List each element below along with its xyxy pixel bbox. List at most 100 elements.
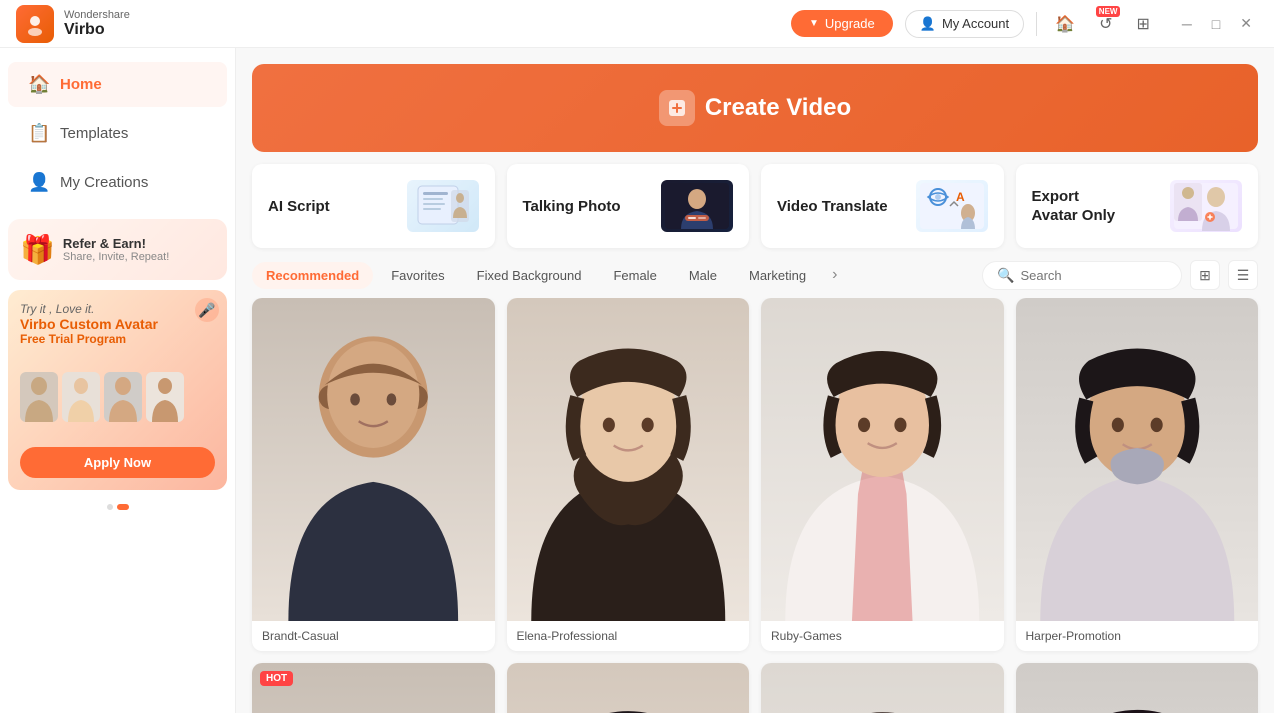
talking-photo-image bbox=[661, 180, 733, 232]
avatar-image-elena bbox=[507, 298, 750, 621]
view-toggle-list-button[interactable]: ☰ bbox=[1228, 260, 1258, 290]
avatar-label-harper: Harper-Promotion bbox=[1016, 621, 1259, 651]
avatar-card-ruby[interactable]: Ruby-Games bbox=[761, 298, 1004, 651]
mini-avatar-1 bbox=[20, 372, 58, 422]
avatar-label-ruby: Ruby-Games bbox=[761, 621, 1004, 651]
content-area: Create Video AI Script bbox=[236, 48, 1274, 713]
brand-name: Wondershare Virbo bbox=[64, 9, 130, 39]
sidebar-home-label: Home bbox=[60, 76, 102, 93]
maximize-button[interactable]: □ bbox=[1206, 11, 1226, 36]
export-avatar-label-2: Avatar Only bbox=[1032, 207, 1116, 224]
refer-earn-icon: 🎁 bbox=[20, 233, 55, 266]
filter-tab-female[interactable]: Female bbox=[599, 262, 670, 289]
filter-tab-marketing[interactable]: Marketing bbox=[735, 262, 820, 289]
search-input[interactable] bbox=[1020, 268, 1167, 283]
brand-top: Wondershare bbox=[64, 9, 130, 21]
avatar-grid: Brandt-Casual bbox=[252, 298, 1258, 713]
refer-earn-subtitle: Share, Invite, Repeat! bbox=[63, 251, 169, 263]
apply-now-button[interactable]: Apply Now bbox=[20, 447, 215, 478]
avatar-mic-icon: 🎤 bbox=[195, 298, 219, 322]
mini-avatar-2 bbox=[62, 372, 100, 422]
close-button[interactable]: ✕ bbox=[1234, 11, 1258, 36]
filter-tab-recommended[interactable]: Recommended bbox=[252, 262, 373, 289]
promo2-free-trial: Free Trial Program bbox=[20, 332, 215, 346]
video-translate-label: Video Translate bbox=[777, 198, 888, 215]
avatar-image-av5: HOT bbox=[252, 663, 495, 713]
my-creations-nav-icon: 👤 bbox=[28, 172, 50, 193]
promo2-brand: Virbo Custom Avatar bbox=[20, 316, 215, 332]
ai-script-label: AI Script bbox=[268, 198, 330, 215]
refer-earn-text: Refer & Earn! Share, Invite, Repeat! bbox=[63, 236, 169, 263]
export-avatar-image bbox=[1170, 180, 1242, 232]
promo-dots bbox=[8, 504, 227, 510]
hot-badge: HOT bbox=[260, 671, 293, 686]
filter-tab-favorites[interactable]: Favorites bbox=[377, 262, 458, 289]
avatar-label-brandt: Brandt-Casual bbox=[252, 621, 495, 651]
new-badge: NEW bbox=[1096, 6, 1121, 17]
avatar-card-av5[interactable]: HOT bbox=[252, 663, 495, 713]
avatar-image-av8 bbox=[1016, 663, 1259, 713]
search-icon: 🔍 bbox=[997, 267, 1014, 284]
promo2-try-label: Try it , Love it. bbox=[20, 302, 215, 316]
filter-tabs: Recommended Favorites Fixed Background F… bbox=[252, 262, 982, 289]
upgrade-button[interactable]: Upgrade bbox=[791, 10, 893, 37]
avatar-image-av7 bbox=[761, 663, 1004, 713]
my-account-label: My Account bbox=[942, 16, 1009, 31]
home-nav-icon: 🏠 bbox=[28, 74, 50, 95]
ai-script-image bbox=[407, 180, 479, 232]
promo-dot-1 bbox=[107, 504, 113, 510]
app-logo bbox=[16, 5, 54, 43]
minimize-button[interactable]: ─ bbox=[1176, 11, 1198, 36]
mini-avatar-4 bbox=[146, 372, 184, 422]
separator bbox=[1036, 12, 1037, 36]
filter-tab-fixed-background[interactable]: Fixed Background bbox=[463, 262, 596, 289]
title-bar-right: Upgrade 👤 My Account 🏠 ↺ NEW ⊞ ─ □ ✕ bbox=[791, 10, 1258, 38]
avatar-image-harper bbox=[1016, 298, 1259, 621]
avatar-image-brandt bbox=[252, 298, 495, 621]
avatar-card-harper[interactable]: Harper-Promotion bbox=[1016, 298, 1259, 651]
title-bar: Wondershare Virbo Upgrade 👤 My Account 🏠… bbox=[0, 0, 1274, 48]
sidebar-item-my-creations[interactable]: 👤 My Creations bbox=[8, 160, 227, 205]
mini-avatar-3 bbox=[104, 372, 142, 422]
refer-earn-title: Refer & Earn! bbox=[63, 236, 169, 251]
main-layout: 🏠 Home 📋 Templates 👤 My Creations 🎁 Refe… bbox=[0, 48, 1274, 713]
window-controls: ─ □ ✕ bbox=[1176, 11, 1258, 36]
sidebar-item-home[interactable]: 🏠 Home bbox=[8, 62, 227, 107]
create-video-banner[interactable]: Create Video bbox=[252, 64, 1258, 152]
promo2-avatars bbox=[20, 372, 215, 422]
search-area: 🔍 ⊞ ☰ bbox=[982, 260, 1258, 290]
video-translate-image: A bbox=[916, 180, 988, 232]
refer-earn-card[interactable]: 🎁 Refer & Earn! Share, Invite, Repeat! bbox=[8, 219, 227, 280]
create-video-label: Create Video bbox=[705, 94, 851, 122]
promo-dot-2 bbox=[117, 504, 129, 510]
filter-area: Recommended Favorites Fixed Background F… bbox=[236, 260, 1274, 298]
custom-avatar-promo-card[interactable]: Try it , Love it. Virbo Custom Avatar Fr… bbox=[8, 290, 227, 490]
filter-tab-male[interactable]: Male bbox=[675, 262, 731, 289]
promo2-content: Try it , Love it. Virbo Custom Avatar Fr… bbox=[20, 302, 215, 346]
feature-card-export-avatar[interactable]: Export Avatar Only bbox=[1016, 164, 1259, 248]
avatar-card-av7[interactable] bbox=[761, 663, 1004, 713]
view-toggle-grid-button[interactable]: ⊞ bbox=[1190, 260, 1220, 290]
talking-photo-label: Talking Photo bbox=[523, 198, 621, 215]
feature-card-video-translate[interactable]: Video Translate A bbox=[761, 164, 1004, 248]
grid-icon-btn[interactable]: ⊞ bbox=[1130, 10, 1155, 38]
create-video-icon bbox=[659, 90, 695, 126]
sidebar: 🏠 Home 📋 Templates 👤 My Creations 🎁 Refe… bbox=[0, 48, 236, 713]
templates-nav-icon: 📋 bbox=[28, 123, 50, 144]
filter-more-button[interactable]: › bbox=[824, 262, 845, 288]
account-icon: 👤 bbox=[920, 16, 936, 32]
avatar-card-elena[interactable]: Elena-Professional bbox=[507, 298, 750, 651]
my-account-button[interactable]: 👤 My Account bbox=[905, 10, 1024, 38]
feature-card-ai-script[interactable]: AI Script bbox=[252, 164, 495, 248]
sidebar-item-templates[interactable]: 📋 Templates bbox=[8, 111, 227, 156]
feature-card-talking-photo[interactable]: Talking Photo bbox=[507, 164, 750, 248]
avatar-grid-wrapper: Brandt-Casual bbox=[236, 298, 1274, 713]
help-icon-btn[interactable]: ↺ NEW bbox=[1093, 10, 1118, 38]
sidebar-my-creations-label: My Creations bbox=[60, 174, 148, 191]
avatar-card-av8[interactable] bbox=[1016, 663, 1259, 713]
avatar-card-av6[interactable] bbox=[507, 663, 750, 713]
feature-cards-row: AI Script Talking Photo bbox=[236, 152, 1274, 260]
avatar-card-brandt[interactable]: Brandt-Casual bbox=[252, 298, 495, 651]
avatar-image-av6 bbox=[507, 663, 750, 713]
home-icon-btn[interactable]: 🏠 bbox=[1049, 10, 1081, 38]
